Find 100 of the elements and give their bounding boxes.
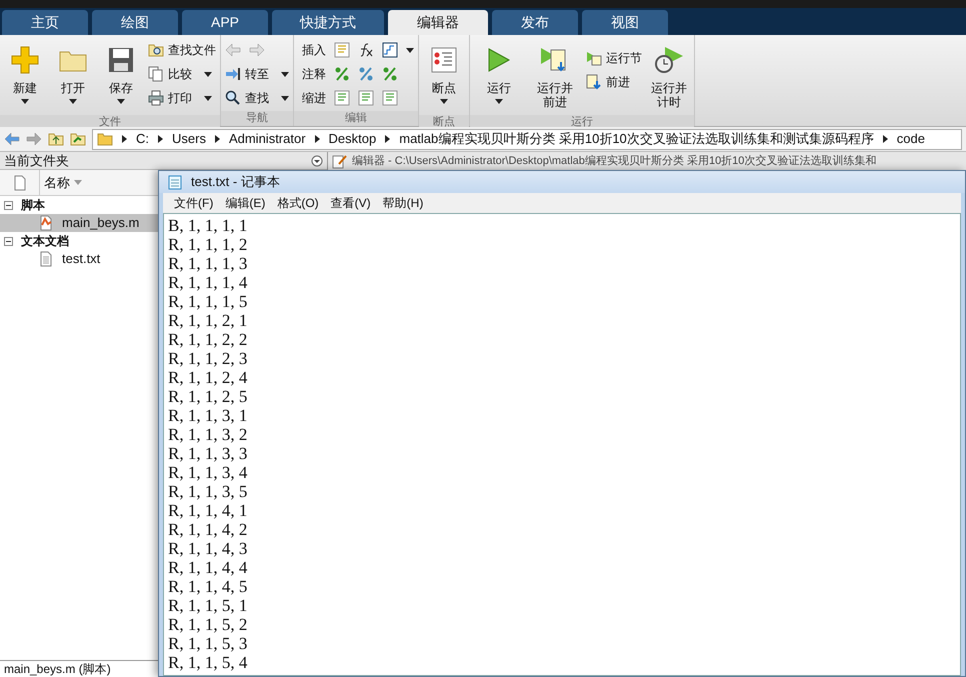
ribbon-button[interactable]: 运行并前进 [534,39,576,115]
text-line: R, 1, 1, 3, 5 [168,482,248,501]
text-line: R, 1, 1, 4, 3 [168,539,248,558]
path-segment[interactable]: Administrator [228,129,306,149]
caret-icon [440,99,448,104]
edit-icon [332,153,348,169]
text-line: R, 1, 1, 5, 2 [168,615,248,634]
printer-icon [148,90,164,106]
path-separator-icon [385,135,390,143]
fx-icon [358,42,374,58]
text-line: R, 1, 1, 2, 4 [168,368,248,387]
text-line: R, 1, 1, 5, 3 [168,634,248,653]
text-line: B, 1, 1, 1, 1 [168,216,248,235]
breakpoints-icon [431,47,457,73]
caret-icon [117,99,125,104]
text-line: R, 1, 1, 2, 3 [168,349,248,368]
ribbon-button[interactable]: 新建 [4,39,46,115]
folder-search-icon [148,42,164,58]
menu-item[interactable]: 编辑(E) [220,194,270,212]
panel-title: 当前文件夹 [4,152,69,170]
path-separator-icon [158,135,163,143]
ribbon-button[interactable]: 保存 [100,39,142,115]
ribbon-small-button[interactable]: 查找 [225,87,289,109]
group-heading: 文本文档 [21,233,69,250]
path-separator-icon [882,135,888,143]
file-item[interactable]: test.txt [0,250,158,268]
ribbon-tab[interactable]: 快捷方式 [272,10,384,35]
edit-row-button[interactable]: 注释 [302,65,326,83]
edit-row-button[interactable]: 缩进 [302,89,326,107]
text-line: R, 1, 1, 5, 4 [168,653,248,672]
text-line: R, 1, 1, 2, 1 [168,311,248,330]
back-arrow-icon [4,131,20,147]
function-icon [382,42,398,58]
name-column-header[interactable]: 名称 [40,172,74,192]
ribbon-small-button[interactable]: 前进 [586,71,642,93]
menu-item[interactable]: 查看(V) [326,194,376,212]
file-item[interactable]: main_beys.m [0,214,158,232]
sort-caret-icon [74,180,82,185]
caret-icon [204,96,212,100]
path-segment[interactable]: Users [172,129,206,149]
menu-item[interactable]: 帮助(H) [378,194,428,212]
wrap-comment-icon [382,66,398,82]
text-line: R, 1, 1, 4, 1 [168,501,248,520]
path-segment[interactable]: C: [136,129,149,149]
ribbon-small-button[interactable]: 转至 [225,63,289,85]
ribbon-button[interactable]: 断点 [423,39,465,115]
advance-icon [586,74,602,90]
path-segment[interactable]: Desktop [328,129,376,149]
comment-icon [334,66,350,82]
smart-indent-icon [334,90,350,106]
text-line: R, 1, 1, 1, 5 [168,292,248,311]
menu-item[interactable]: 格式(O) [272,194,324,212]
text-line: R, 1, 1, 2, 2 [168,330,248,349]
forward-arrow-icon [249,42,265,58]
path-separator-icon [314,135,320,143]
ribbon-small-button[interactable]: 运行节 [586,47,642,69]
run-section-icon [586,50,602,66]
path-segment[interactable]: matlab编程实现贝叶斯分类 采用10折10次交叉验证法选取训练集和测试集源码程序 [399,129,874,149]
text-line: R, 1, 1, 3, 3 [168,444,248,463]
ribbon-tab[interactable]: 编辑器 [388,10,488,35]
up-folder-icon [48,131,64,147]
text-line: R, 1, 1, 1, 4 [168,273,248,292]
text-line: R, 1, 1, 4, 5 [168,577,248,596]
decrease-indent-icon [382,90,398,106]
caret-icon [21,99,29,104]
group-heading: 脚本 [21,197,45,214]
group-label: 导航 [221,111,293,126]
notepad-icon [167,174,183,190]
ribbon-tab[interactable]: APP [182,10,268,35]
menu-item[interactable]: 文件(F) [169,194,218,212]
edit-row-button[interactable]: 插入 [302,41,326,59]
text-line: R, 1, 1, 5, 1 [168,596,248,615]
m-file-icon [38,215,54,231]
text-line: R, 1, 1, 4, 2 [168,520,248,539]
path-segment[interactable]: code [896,129,925,149]
ribbon-small-button[interactable]: 查找文件 [148,39,216,61]
ribbon-tab[interactable]: 主页 [2,10,88,35]
ribbon-tab[interactable]: 发布 [492,10,578,35]
ribbon-button[interactable]: 打开 [52,39,94,115]
ribbon-tab[interactable]: 绘图 [92,10,178,35]
caret-icon [204,72,212,76]
caret-icon [281,96,289,100]
caret-icon [406,48,414,52]
text-line: R, 1, 1, 3, 1 [168,406,248,425]
ribbon-tab[interactable]: 视图 [582,10,668,35]
ribbon-button[interactable]: 运行并计时 [648,39,690,115]
caret-icon [69,99,77,104]
window-title: test.txt - 记事本 [191,173,280,192]
search-icon [225,90,241,106]
ribbon-small-button[interactable]: 比较 [148,63,216,85]
collapse-icon[interactable] [4,200,13,210]
ribbon-button[interactable]: 运行 [478,39,520,115]
back-arrow-icon [225,42,241,58]
ribbon-small-button[interactable]: 打印 [148,87,216,109]
collapse-icon[interactable] [4,236,13,246]
plus-icon [9,44,41,76]
text-line: R, 1, 1, 3, 4 [168,463,248,482]
editor-title: 编辑器 - C:\Users\Administrator\Desktop\matlab编程实现贝叶斯分类 采用10折10次交叉验证法选取训练集和 [352,154,876,169]
text-line: R, 1, 1, 3, 2 [168,425,248,444]
uncomment-icon [358,66,374,82]
